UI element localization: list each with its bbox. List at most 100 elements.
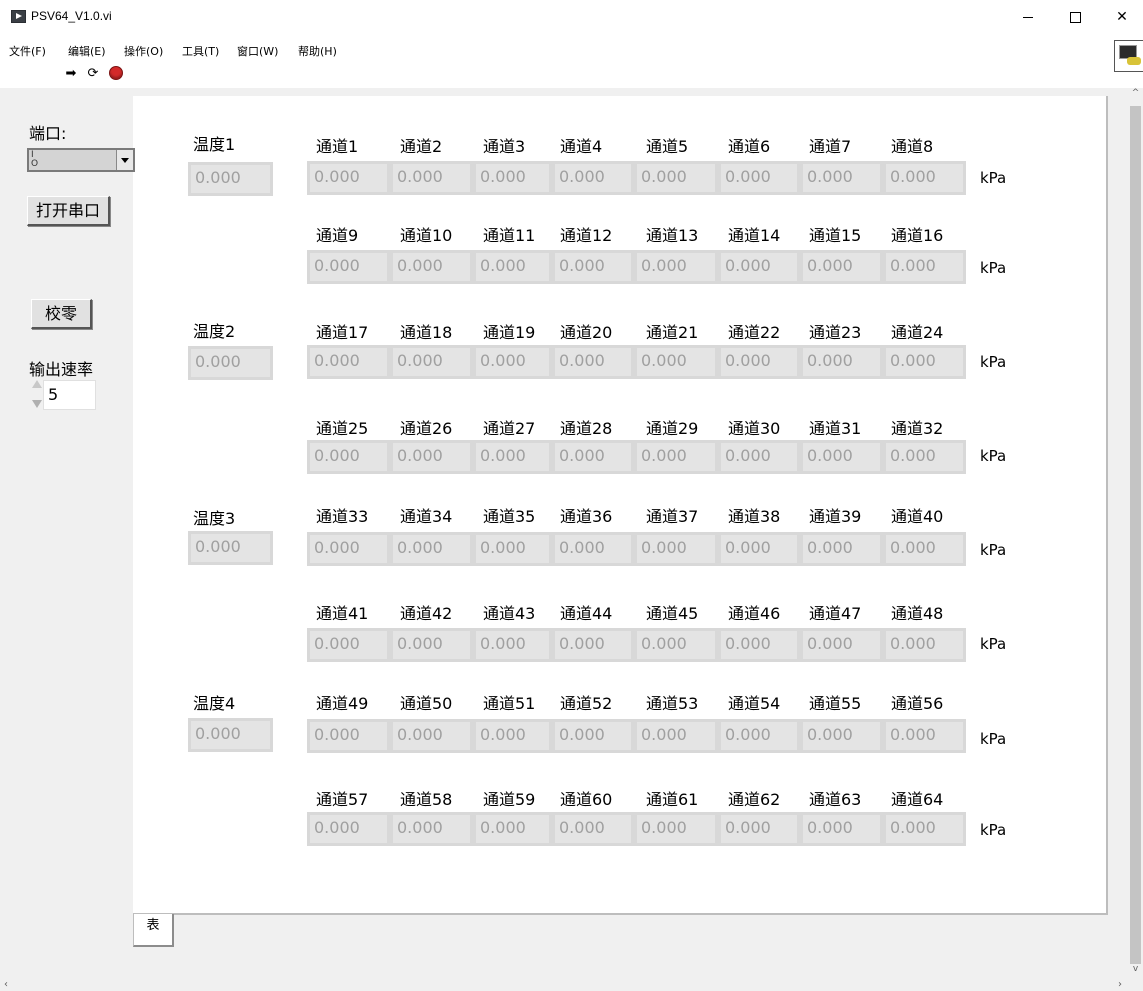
rate-label: 输出速率 bbox=[29, 360, 94, 379]
serial-plug-icon bbox=[1127, 57, 1141, 65]
temperature-indicator: 0.000 bbox=[188, 531, 273, 565]
minimize-icon bbox=[1023, 16, 1033, 18]
tab-table[interactable]: 表 bbox=[133, 914, 174, 947]
channel-indicator: 0.000 bbox=[473, 250, 552, 284]
channel-indicator: 0.000 bbox=[552, 532, 634, 566]
channel-indicator: 0.000 bbox=[552, 440, 634, 474]
channel-label: 通道43 bbox=[483, 604, 536, 623]
channel-indicator: 0.000 bbox=[390, 440, 473, 474]
channel-indicator: 0.000 bbox=[718, 440, 800, 474]
channel-indicator: 0.000 bbox=[883, 628, 966, 662]
channel-indicator: 0.000 bbox=[634, 345, 718, 379]
channel-label: 通道59 bbox=[483, 790, 536, 809]
channel-label: 通道34 bbox=[400, 507, 453, 526]
channel-label: 通道11 bbox=[483, 226, 536, 245]
channel-indicator: 0.000 bbox=[800, 161, 883, 195]
channel-indicator: 0.000 bbox=[552, 719, 634, 753]
channel-label: 通道61 bbox=[646, 790, 699, 809]
labview-vi-icon bbox=[11, 10, 26, 23]
unit-label: kPa bbox=[980, 169, 1007, 187]
menu-operate[interactable]: 操作(O) bbox=[124, 43, 163, 59]
menu-file[interactable]: 文件(F) bbox=[9, 43, 46, 59]
chevron-down-icon[interactable] bbox=[116, 150, 133, 170]
run-continuously-button[interactable]: ⟳ bbox=[84, 66, 102, 82]
temperature-indicator: 0.000 bbox=[188, 162, 273, 196]
channel-label: 通道16 bbox=[891, 226, 944, 245]
channel-indicator: 0.000 bbox=[473, 719, 552, 753]
temperature-label: 温度2 bbox=[193, 322, 236, 341]
menu-bar: 文件(F) 编辑(E) 操作(O) 工具(T) 窗口(W) 帮助(H) bbox=[0, 34, 1143, 60]
channel-label: 通道36 bbox=[560, 507, 613, 526]
channel-label: 通道37 bbox=[646, 507, 699, 526]
run-continuously-icon: ⟳ bbox=[87, 66, 99, 81]
zero-button[interactable]: 校零 bbox=[31, 299, 92, 329]
scroll-down-icon[interactable]: v bbox=[1128, 964, 1143, 974]
channel-indicator: 0.000 bbox=[307, 628, 390, 662]
scroll-right-icon[interactable]: › bbox=[1118, 979, 1122, 990]
channel-indicator: 0.000 bbox=[390, 345, 473, 379]
channel-indicator: 0.000 bbox=[883, 440, 966, 474]
channel-label: 通道40 bbox=[891, 507, 944, 526]
channel-label: 通道6 bbox=[728, 137, 771, 156]
channel-label: 通道35 bbox=[483, 507, 536, 526]
abort-icon bbox=[109, 66, 123, 80]
channel-indicator: 0.000 bbox=[307, 250, 390, 284]
channel-indicator: 0.000 bbox=[800, 812, 883, 846]
channel-label: 通道15 bbox=[809, 226, 862, 245]
horizontal-scrollbar[interactable]: ‹ › bbox=[0, 979, 1128, 991]
channel-indicator: 0.000 bbox=[883, 345, 966, 379]
port-select[interactable]: IO bbox=[27, 148, 135, 172]
channel-label: 通道63 bbox=[809, 790, 862, 809]
channel-label: 通道32 bbox=[891, 419, 944, 438]
menu-edit[interactable]: 编辑(E) bbox=[68, 43, 106, 59]
channel-label: 通道1 bbox=[316, 137, 359, 156]
close-button[interactable]: ✕ bbox=[1102, 4, 1142, 30]
channel-label: 通道10 bbox=[400, 226, 453, 245]
close-icon: ✕ bbox=[1116, 9, 1128, 25]
channel-label: 通道23 bbox=[809, 323, 862, 342]
channel-indicator: 0.000 bbox=[307, 812, 390, 846]
title-bar: PSV64_V1.0.vi ✕ bbox=[0, 0, 1143, 34]
toolbar: ➡ ⟳ bbox=[0, 60, 1143, 88]
channel-indicator: 0.000 bbox=[634, 250, 718, 284]
abort-button[interactable] bbox=[107, 66, 125, 82]
maximize-button[interactable] bbox=[1055, 4, 1095, 30]
temperature-label: 温度1 bbox=[193, 135, 236, 154]
channel-label: 通道3 bbox=[483, 137, 526, 156]
tab-page bbox=[133, 96, 1108, 915]
run-button[interactable]: ➡ bbox=[62, 66, 80, 82]
increment-arrow-icon[interactable] bbox=[32, 380, 42, 388]
menu-window[interactable]: 窗口(W) bbox=[237, 43, 278, 59]
channel-indicator: 0.000 bbox=[718, 628, 800, 662]
channel-indicator: 0.000 bbox=[552, 628, 634, 662]
minimize-button[interactable] bbox=[1008, 4, 1048, 30]
channel-indicator: 0.000 bbox=[718, 812, 800, 846]
channel-label: 通道2 bbox=[400, 137, 443, 156]
scroll-up-icon[interactable]: ^ bbox=[1128, 88, 1143, 98]
rate-stepper[interactable]: 5 bbox=[30, 380, 96, 410]
channel-indicator: 0.000 bbox=[552, 345, 634, 379]
scrollbar-thumb[interactable] bbox=[1130, 106, 1141, 964]
channel-indicator: 0.000 bbox=[552, 161, 634, 195]
channel-indicator: 0.000 bbox=[634, 440, 718, 474]
open-serial-button[interactable]: 打开串口 bbox=[27, 196, 110, 226]
rate-value[interactable]: 5 bbox=[43, 380, 96, 410]
channel-indicator: 0.000 bbox=[634, 719, 718, 753]
channel-label: 通道26 bbox=[400, 419, 453, 438]
channel-label: 通道22 bbox=[728, 323, 781, 342]
vertical-scrollbar[interactable]: ^ v bbox=[1128, 88, 1143, 984]
channel-indicator: 0.000 bbox=[634, 628, 718, 662]
stepper-arrows[interactable] bbox=[30, 380, 42, 410]
menu-tools[interactable]: 工具(T) bbox=[182, 43, 219, 59]
decrement-arrow-icon[interactable] bbox=[32, 400, 42, 408]
port-label: 端口: bbox=[29, 124, 67, 143]
channel-indicator: 0.000 bbox=[552, 812, 634, 846]
scroll-left-icon[interactable]: ‹ bbox=[4, 979, 8, 990]
channel-indicator: 0.000 bbox=[473, 161, 552, 195]
channel-label: 通道49 bbox=[316, 694, 369, 713]
menu-help[interactable]: 帮助(H) bbox=[298, 43, 337, 59]
channel-indicator: 0.000 bbox=[634, 161, 718, 195]
unit-label: kPa bbox=[980, 541, 1007, 559]
channel-label: 通道25 bbox=[316, 419, 369, 438]
channel-label: 通道4 bbox=[560, 137, 603, 156]
